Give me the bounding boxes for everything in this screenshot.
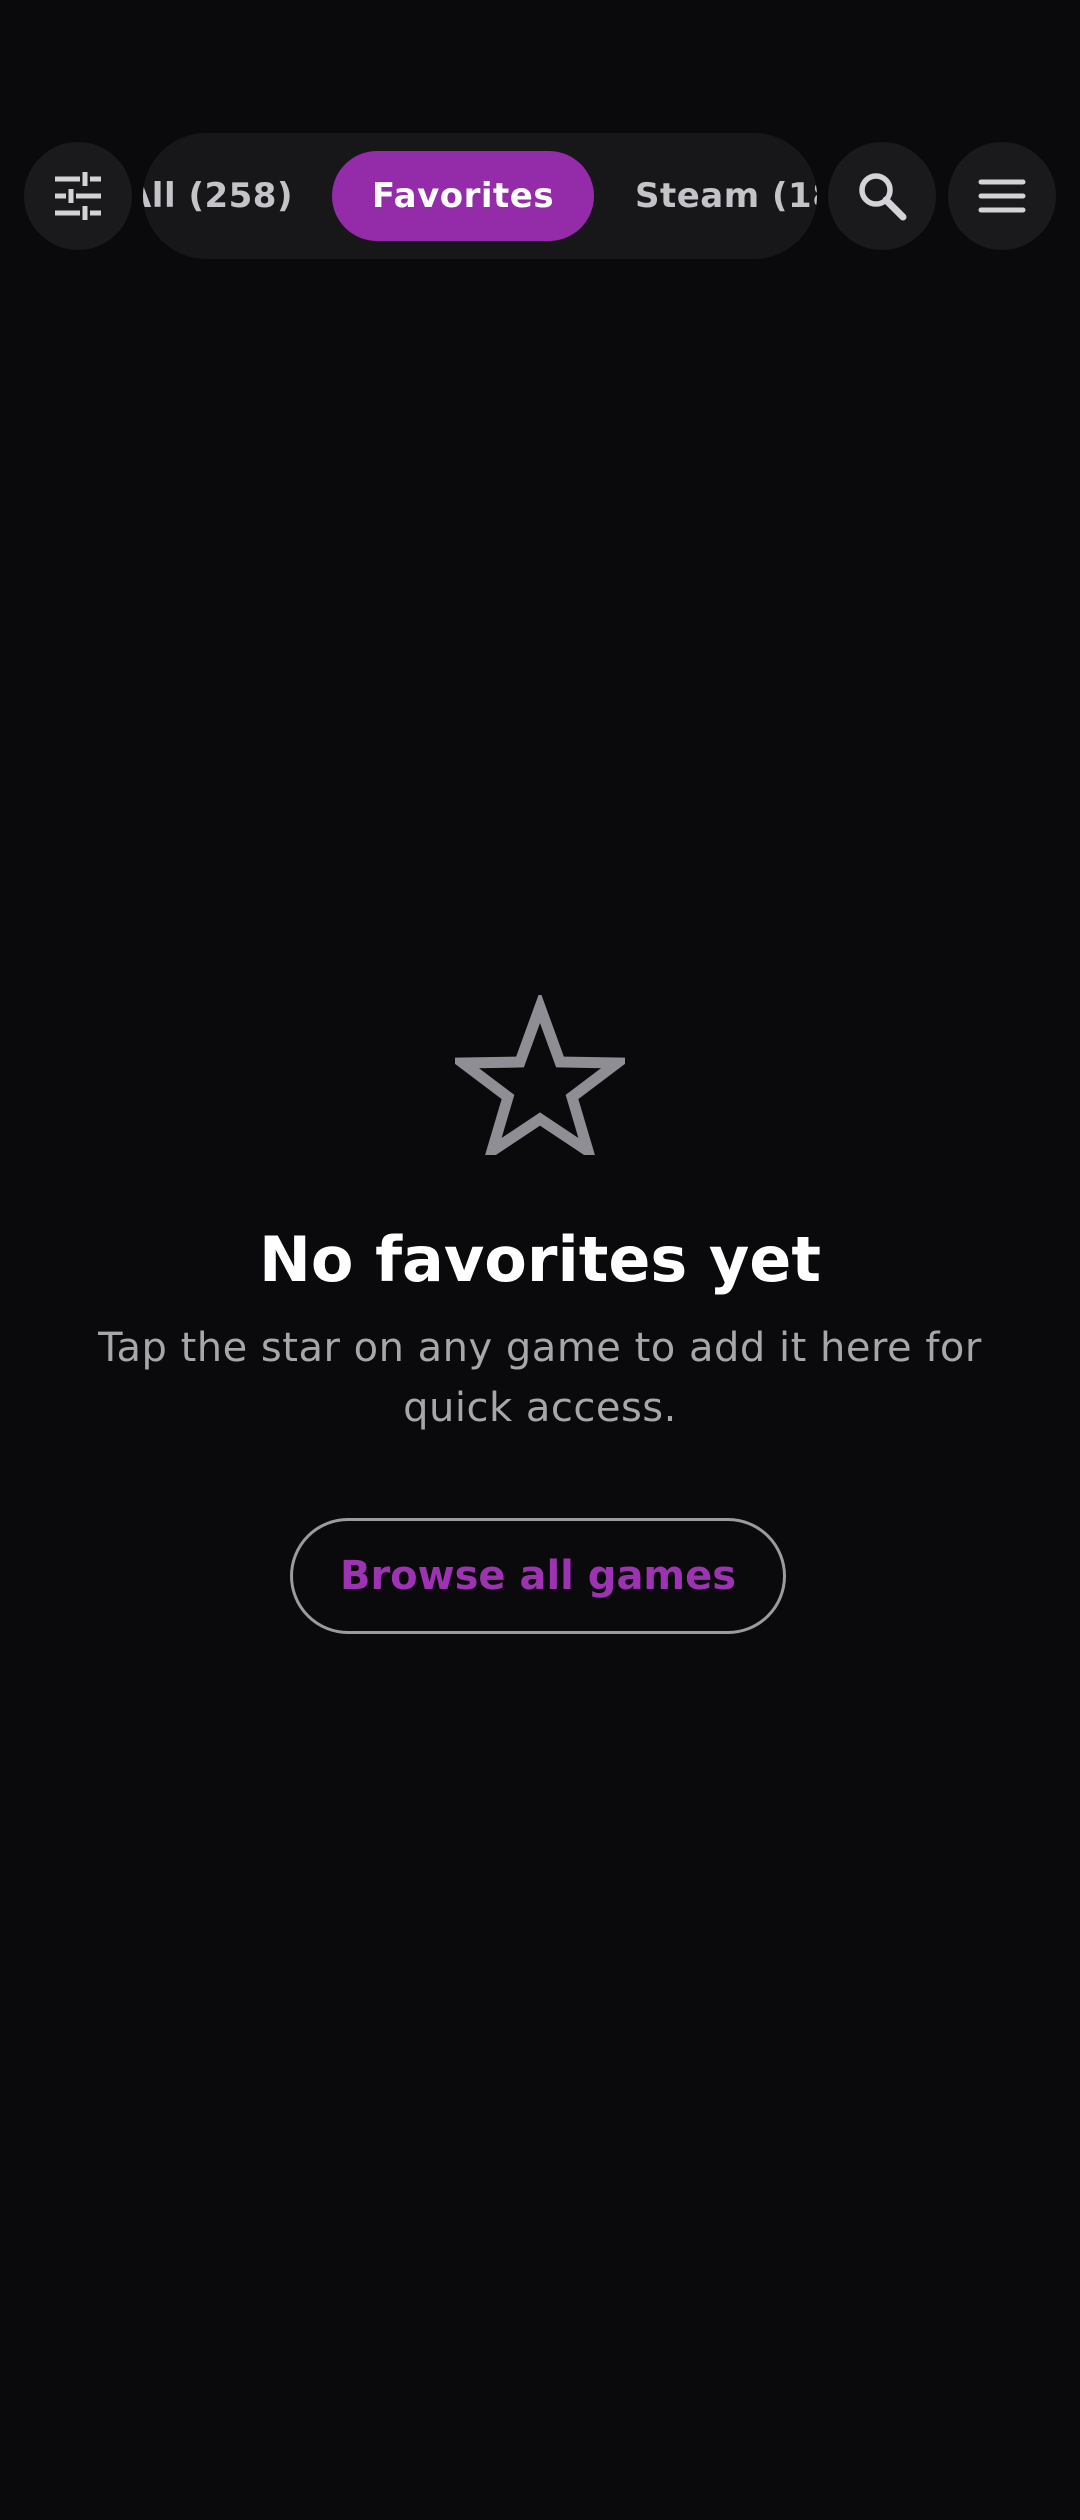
- menu-button[interactable]: [948, 142, 1056, 250]
- search-button[interactable]: [828, 142, 936, 250]
- search-icon: [859, 173, 907, 221]
- sliders-icon: [55, 172, 101, 220]
- tab-all[interactable]: All (258): [143, 151, 293, 241]
- empty-state-subtitle: Tap the star on any game to add it here …: [98, 1325, 982, 1431]
- favorites-screen: All (258) Favorites Steam (18 No favorit…: [0, 0, 1080, 2520]
- category-tabs: All (258) Favorites Steam (18: [143, 133, 817, 259]
- browse-all-games-button[interactable]: Browse all games: [290, 1518, 786, 1634]
- star-outline-icon: [446, 990, 634, 1165]
- filter-button[interactable]: [24, 142, 132, 250]
- tab-favorites[interactable]: Favorites: [332, 151, 594, 241]
- empty-state-title: No favorites yet: [259, 1223, 821, 1296]
- hamburger-menu-icon: [978, 179, 1026, 213]
- tab-steam[interactable]: Steam (18: [635, 151, 817, 241]
